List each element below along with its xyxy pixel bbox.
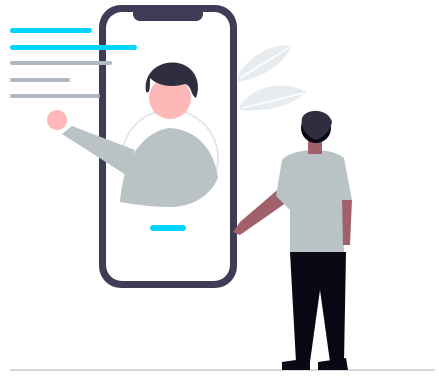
chat-line-1 xyxy=(10,61,112,65)
viewer-pants xyxy=(290,252,346,362)
video-call-illustration xyxy=(10,5,435,371)
leaf-plant xyxy=(238,45,306,111)
standing-person xyxy=(233,110,352,370)
chat-line-accent-2 xyxy=(10,45,137,50)
viewer-right-arm xyxy=(342,200,352,245)
chat-line-accent-1 xyxy=(10,28,92,33)
viewer-shirt xyxy=(276,149,352,252)
chat-line-3 xyxy=(10,94,100,98)
end-call-button[interactable] xyxy=(150,225,186,231)
caller-hand xyxy=(47,110,67,130)
phone-notch xyxy=(133,6,203,21)
chat-line-2 xyxy=(10,78,70,82)
